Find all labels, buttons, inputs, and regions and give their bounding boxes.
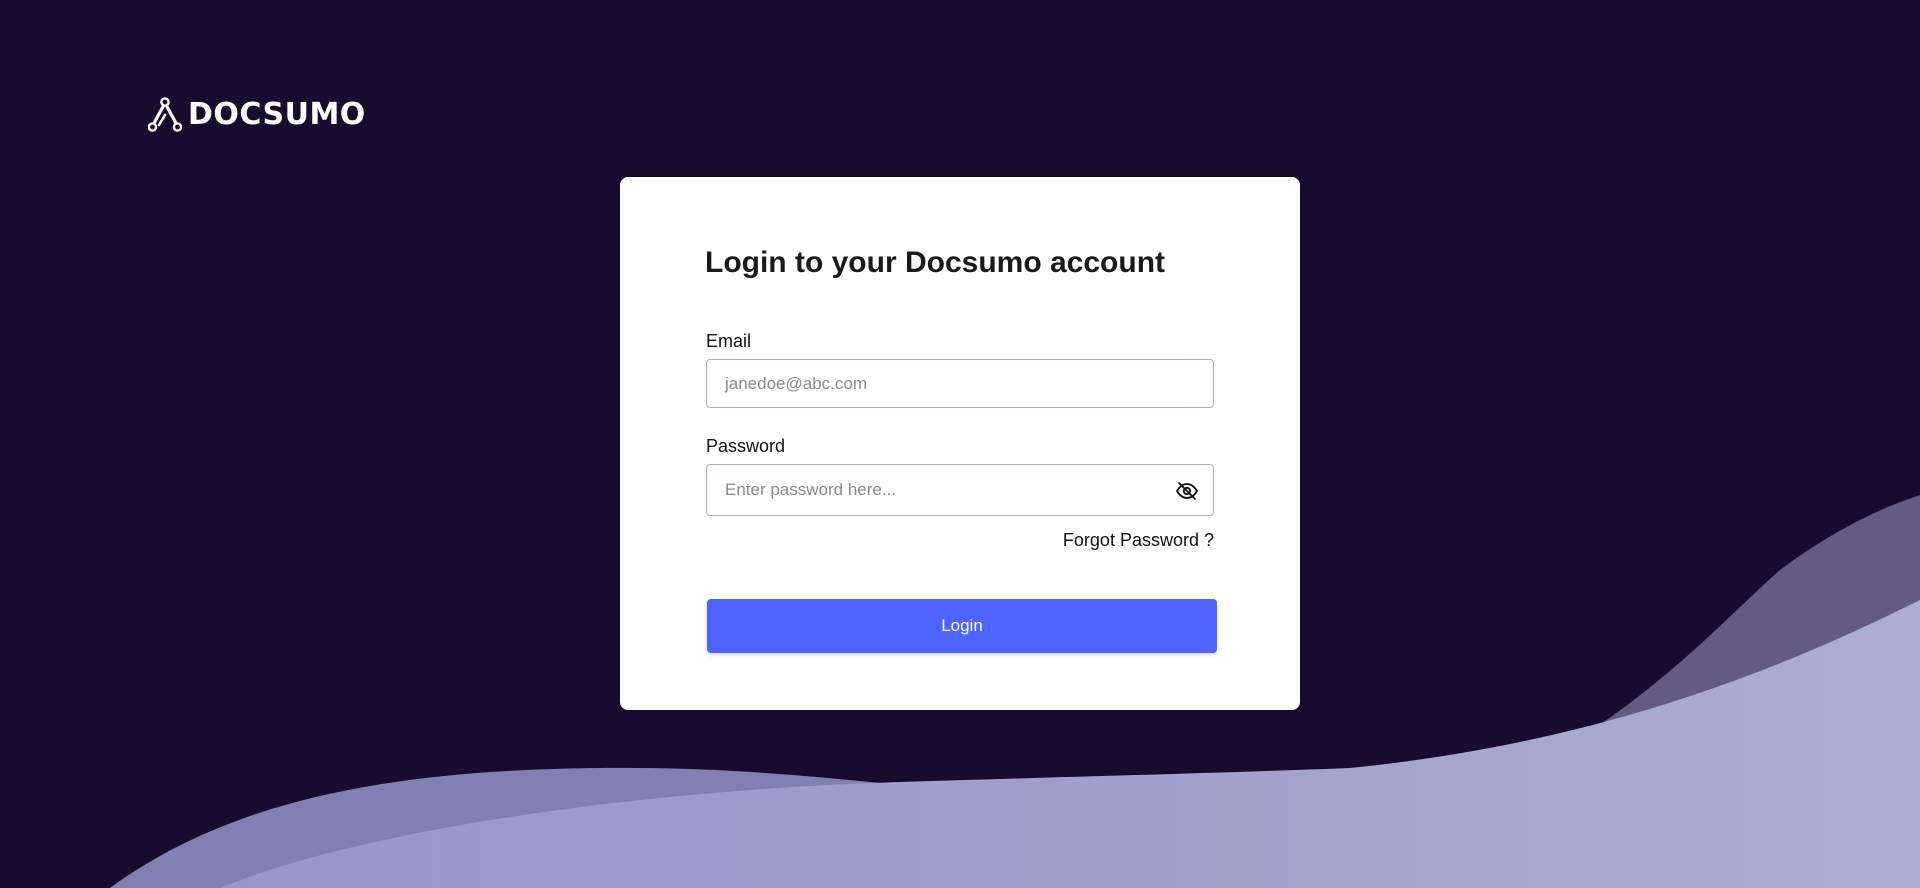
email-field[interactable] bbox=[707, 360, 1213, 407]
docsumo-logo-icon bbox=[148, 97, 182, 132]
login-button[interactable]: Login bbox=[707, 599, 1217, 653]
eye-off-icon[interactable] bbox=[1175, 479, 1199, 503]
docsumo-logo: DOCSUMO bbox=[148, 97, 366, 133]
page-title: Login to your Docsumo account bbox=[705, 246, 1166, 279]
forgot-password-link[interactable]: Forgot Password ? bbox=[1063, 529, 1214, 551]
email-label: Email bbox=[706, 331, 752, 351]
password-field-container bbox=[706, 464, 1214, 516]
login-card: Login to your Docsumo account Email Pass… bbox=[620, 177, 1300, 710]
login-page: DOCSUMO Login to your Docsumo account Em… bbox=[0, 0, 1920, 888]
password-field[interactable] bbox=[707, 465, 1213, 515]
password-label: Password bbox=[706, 436, 786, 456]
brand-name: DOCSUMO bbox=[188, 97, 366, 132]
email-field-container bbox=[706, 359, 1214, 408]
